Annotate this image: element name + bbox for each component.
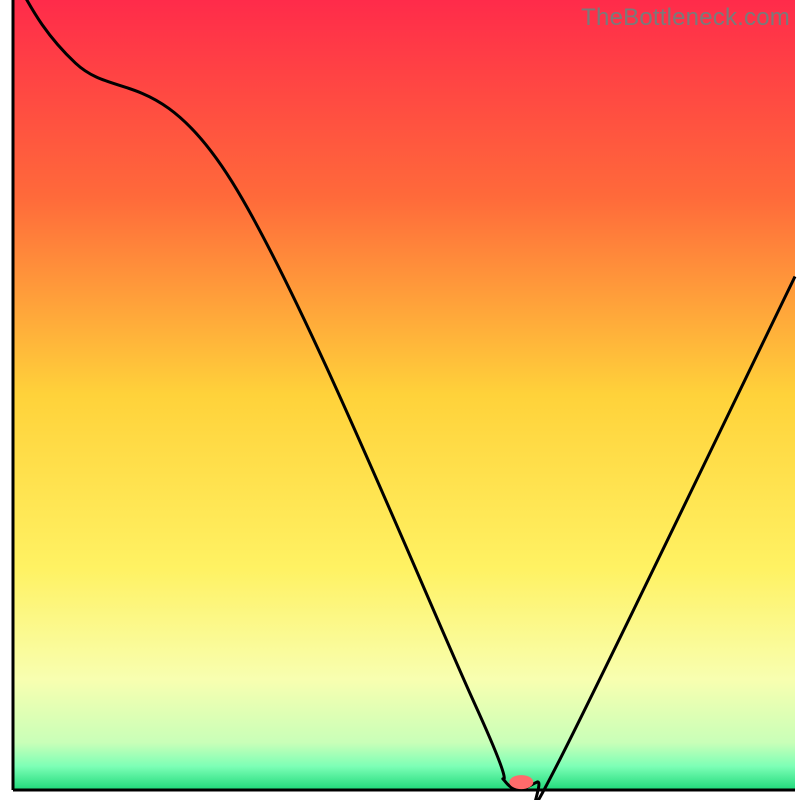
- plot-background: [13, 0, 795, 790]
- optimal-marker: [509, 775, 533, 789]
- chart-container: TheBottleneck.com: [0, 0, 800, 800]
- watermark-label: TheBottleneck.com: [581, 4, 790, 32]
- bottleneck-chart: [0, 0, 800, 800]
